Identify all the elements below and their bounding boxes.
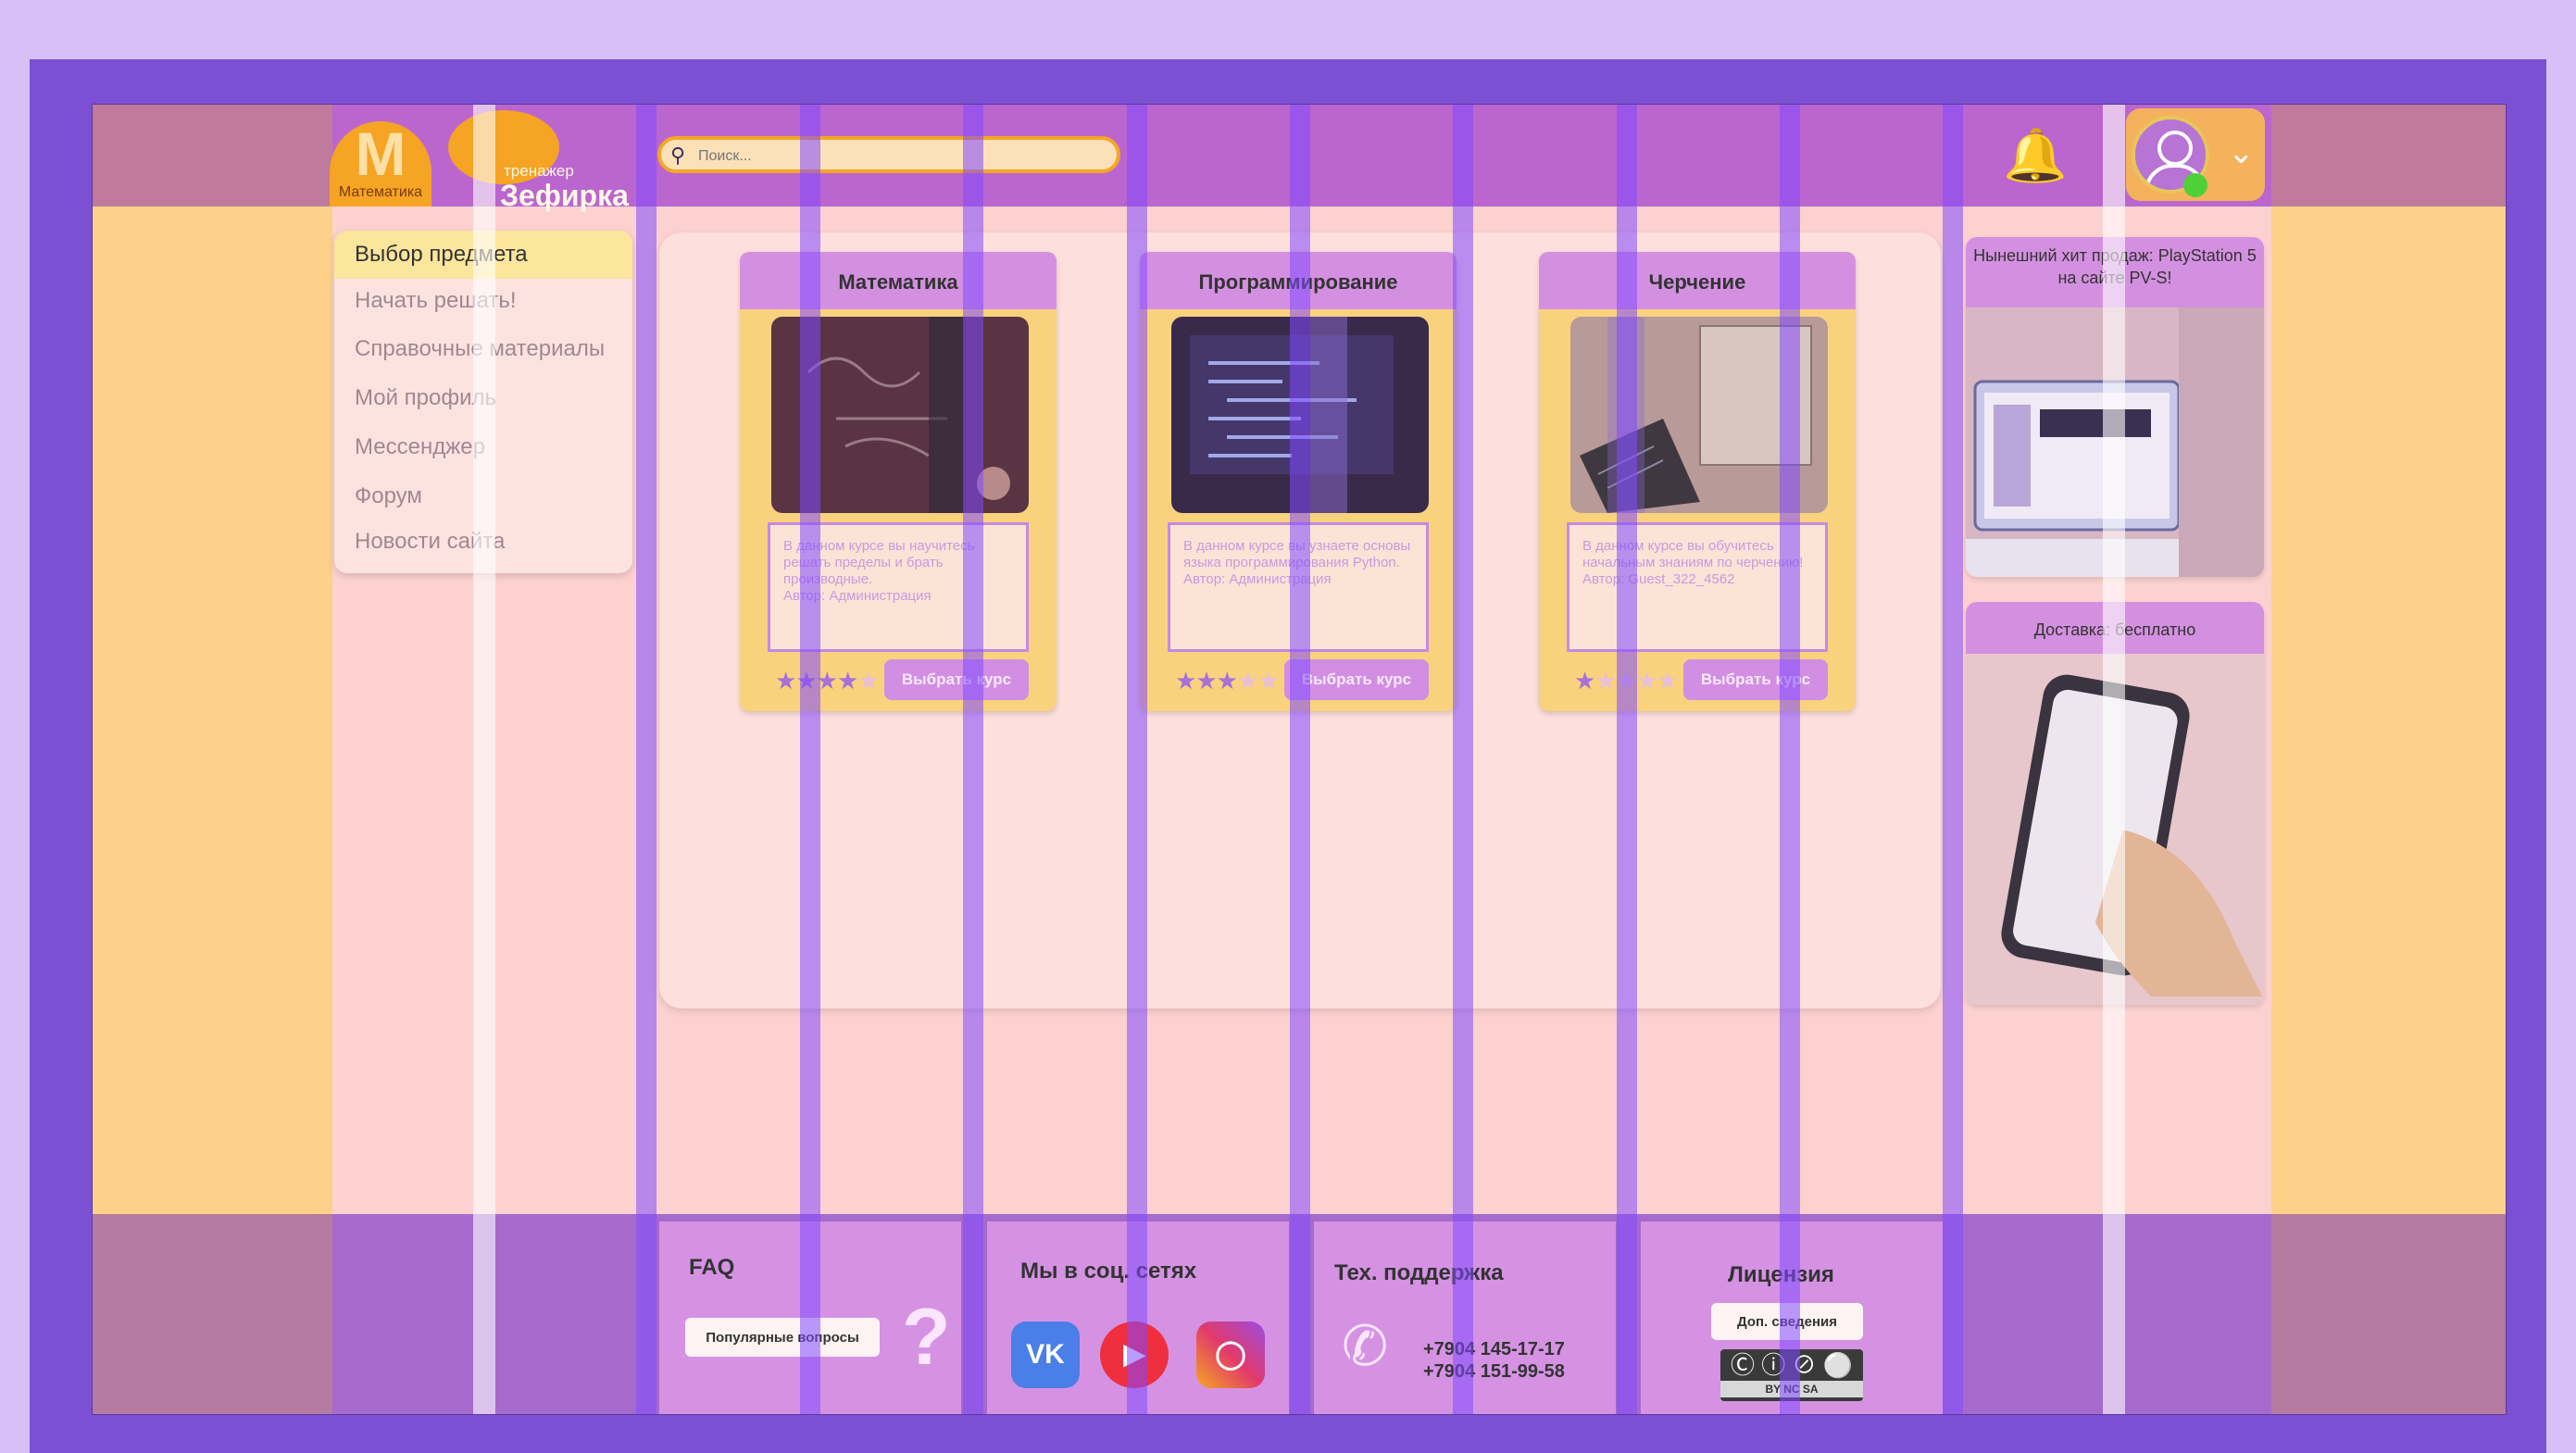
faq-block: FAQ Популярные вопросы ?	[659, 1221, 961, 1414]
logo-caption: Математика	[338, 184, 423, 200]
support-phone-1[interactable]: +7904 145-17-17	[1423, 1338, 1565, 1360]
course-card: Черчение В данном курсе вы обучитесь нач…	[1539, 252, 1856, 711]
popular-questions-button[interactable]: Популярные вопросы	[685, 1318, 880, 1357]
youtube-icon[interactable]: ▶	[1100, 1321, 1169, 1388]
social-title: Мы в соц. сетях	[1020, 1259, 1197, 1284]
license-block: Лицензия Доп. сведения Ⓒ ⓘ ⊘ ⚪ BY NC SA	[1641, 1221, 1943, 1414]
course-image	[1570, 317, 1828, 513]
cc-badge-label: BY NC SA	[1720, 1381, 1863, 1397]
menu-item-forum[interactable]: Форум	[355, 483, 422, 509]
star-icon: ★	[775, 667, 796, 695]
support-phone-2[interactable]: +7904 151-99-58	[1423, 1360, 1565, 1383]
star-icon: ★	[836, 667, 858, 695]
menu-item-profile[interactable]: Мой профиль	[355, 385, 496, 411]
laptop-image	[1966, 307, 2264, 577]
creative-commons-badge[interactable]: Ⓒ ⓘ ⊘ ⚪ BY NC SA	[1720, 1349, 1863, 1401]
star-icon: ★	[1594, 667, 1616, 695]
ad-banner-delivery[interactable]: Доставка: бесплатно	[1966, 602, 2264, 1005]
page: М Математика тренажер Зефирка ⚲ 🔔 ⌄ Выбо…	[92, 104, 2507, 1415]
star-icon: ★	[1657, 667, 1678, 695]
license-title: Лицензия	[1728, 1262, 1834, 1287]
star-icon: ★	[1195, 667, 1217, 695]
course-description: В данном курсе вы обучитесь начальным зн…	[1567, 522, 1828, 652]
menu-item-news[interactable]: Новости сайта	[355, 529, 505, 555]
course-title: Математика	[740, 252, 1057, 309]
profile-button[interactable]: ⌄	[2126, 108, 2265, 201]
search-icon: ⚲	[670, 144, 686, 167]
course-card: Математика В данном курсе вы научитесь р…	[740, 252, 1057, 711]
select-course-button[interactable]: Выбрать курс	[1284, 659, 1429, 700]
math-logo[interactable]: М Математика	[330, 121, 431, 207]
trainer-name: Зефирка	[500, 179, 629, 212]
logo-letter: М	[355, 119, 406, 188]
ad-banner-console[interactable]: Нынешний хит продаж: PlayStation 5 на са…	[1966, 237, 2264, 577]
search-input[interactable]	[696, 144, 1107, 169]
online-status-icon	[2183, 173, 2207, 197]
support-title: Тех. поддержка	[1334, 1260, 1504, 1285]
more-info-button[interactable]: Доп. сведения	[1711, 1303, 1863, 1340]
course-title: Черчение	[1539, 252, 1856, 309]
course-title: Программирование	[1140, 252, 1457, 309]
course-card: Программирование В данном курсе вы узнае…	[1140, 252, 1457, 711]
instagram-icon[interactable]: ◯	[1196, 1321, 1265, 1388]
course-description: В данном курсе вы узнаете основы языка п…	[1168, 522, 1429, 652]
course-image	[771, 317, 1029, 513]
rating-stars: ★★★★★	[775, 667, 880, 695]
select-course-button[interactable]: Выбрать курс	[884, 659, 1029, 700]
drafting-image	[1570, 317, 1828, 513]
cc-icons: Ⓒ ⓘ ⊘ ⚪	[1730, 1351, 1854, 1379]
rating-stars: ★★★★★	[1175, 667, 1280, 695]
search-bar[interactable]: ⚲	[657, 136, 1120, 173]
menu-item-subject-select[interactable]: Выбор предмета	[355, 242, 528, 268]
star-icon: ★	[1216, 667, 1238, 695]
rating-stars: ★★★★★	[1574, 667, 1679, 695]
course-panel: Математика В данном курсе вы научитесь р…	[659, 232, 1941, 1008]
bell-icon[interactable]: 🔔	[2003, 125, 2068, 186]
star-icon: ★	[1635, 667, 1657, 695]
side-menu: Выбор предмета Начать решать! Справочные…	[334, 231, 632, 573]
phone-in-hand-image	[1966, 654, 2264, 1005]
course-description: В данном курсе вы научитесь решать преде…	[768, 522, 1029, 652]
ad-caption: Доставка: бесплатно	[1966, 602, 2264, 654]
menu-item-reference[interactable]: Справочные материалы	[355, 336, 605, 362]
social-block: Мы в соц. сетях VK ▶ ◯	[987, 1221, 1289, 1414]
menu-item-start-solving[interactable]: Начать решать!	[355, 288, 517, 314]
star-icon: ★	[1615, 667, 1637, 695]
trainer-logo[interactable]: тренажер Зефирка	[439, 110, 629, 212]
star-icon: ★	[1257, 667, 1279, 695]
select-course-button[interactable]: Выбрать курс	[1683, 659, 1828, 700]
star-icon: ★	[1236, 667, 1258, 695]
support-block: Тех. поддержка ✆ +7904 145-17-17 +7904 1…	[1314, 1221, 1616, 1414]
menu-item-messenger[interactable]: Мессенджер	[355, 434, 485, 460]
course-image	[1171, 317, 1429, 513]
code-screen-image	[1171, 317, 1429, 513]
star-icon: ★	[1574, 667, 1595, 695]
vk-icon[interactable]: VK	[1011, 1321, 1080, 1388]
star-icon: ★	[1175, 667, 1196, 695]
question-mark-icon: ?	[902, 1293, 951, 1382]
trainer-small-label: тренажер	[504, 162, 574, 180]
star-icon: ★	[857, 667, 879, 695]
ad-caption: Нынешний хит продаж: PlayStation 5 на са…	[1966, 237, 2264, 307]
footer: FAQ Популярные вопросы ? Мы в соц. сетях…	[93, 1214, 2506, 1414]
chalkboard-image	[771, 317, 1029, 513]
star-icon: ★	[795, 667, 817, 695]
phone-icon: ✆	[1342, 1315, 1389, 1377]
faq-title: FAQ	[689, 1255, 735, 1280]
star-icon: ★	[816, 667, 838, 695]
header: М Математика тренажер Зефирка ⚲ 🔔 ⌄	[93, 105, 2506, 212]
chevron-down-icon[interactable]: ⌄	[2228, 134, 2255, 171]
